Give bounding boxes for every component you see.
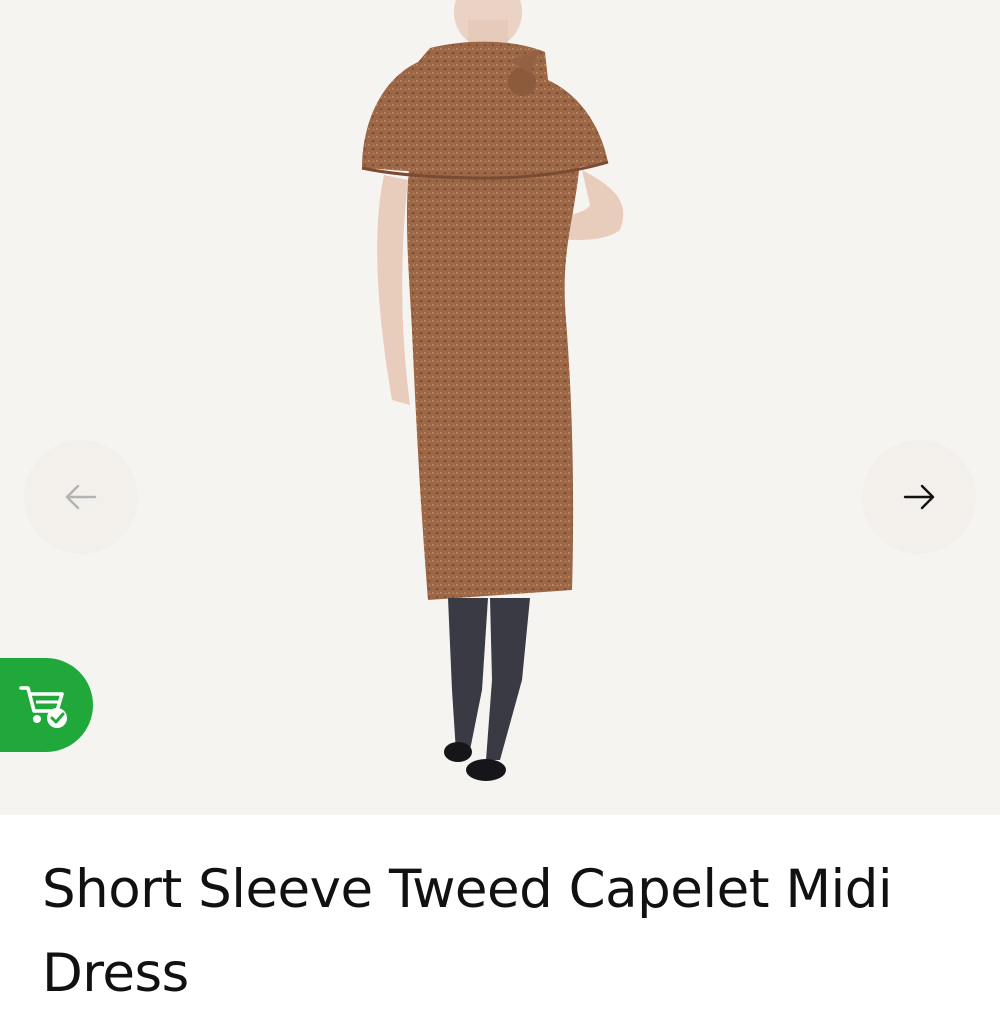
cart-badge-button[interactable] — [0, 658, 93, 752]
product-title: Short Sleeve Tweed Capelet Midi Dress — [42, 859, 893, 1004]
arrow-right-icon — [903, 484, 935, 510]
product-photo — [361, 0, 624, 781]
cart-check-icon — [18, 686, 67, 728]
next-image-button[interactable] — [862, 440, 976, 554]
product-image-gallery — [0, 0, 1000, 815]
arrow-left-icon — [65, 484, 97, 510]
previous-image-button[interactable] — [24, 440, 138, 554]
